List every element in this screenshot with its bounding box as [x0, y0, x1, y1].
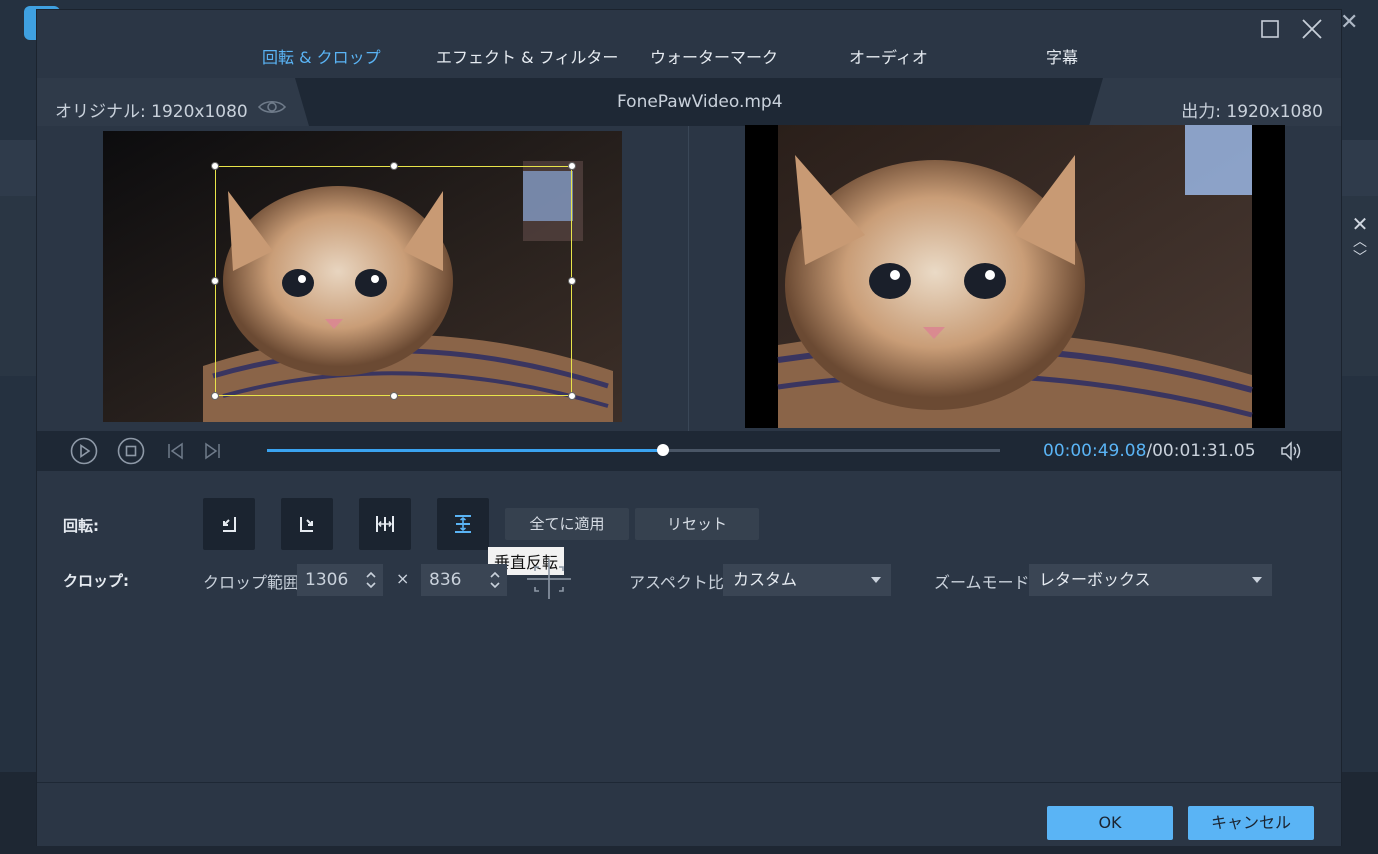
rotate-left-button[interactable]: [203, 498, 255, 550]
reset-button[interactable]: リセット: [635, 508, 759, 540]
crop-label: クロップ:: [63, 572, 129, 590]
kitten-image-output: [745, 125, 1285, 428]
flip-horizontal-icon: [376, 516, 394, 532]
crop-handle-bottom-right[interactable]: [568, 392, 576, 400]
play-button[interactable]: [70, 437, 98, 465]
rotate-label: 回転:: [63, 517, 99, 535]
timeline-knob[interactable]: [656, 444, 669, 456]
crop-times-symbol: ×: [396, 569, 410, 588]
output-resolution: 出力: 1920x1080: [1181, 102, 1323, 122]
tab-bar: 回転 & クロップ エフェクト & フィルター ウォーターマーク オーディオ 字…: [37, 10, 1341, 78]
info-bar: オリジナル: 1920x1080 FonePawVideo.mp4 出力: 19…: [37, 78, 1341, 126]
prev-frame-icon: [168, 442, 183, 460]
ok-button[interactable]: OK: [1047, 806, 1173, 840]
crop-handle-bottom-left[interactable]: [211, 392, 219, 400]
apply-to-all-button[interactable]: 全てに適用: [505, 508, 629, 540]
background-row-controls: ✕ ︿ ﹀: [1345, 214, 1375, 266]
prev-frame-button[interactable]: [162, 437, 190, 465]
tab-audio[interactable]: オーディオ: [849, 44, 928, 68]
stop-icon: [117, 437, 145, 465]
close-icon: [1302, 19, 1322, 39]
crop-selection-box[interactable]: [215, 166, 572, 396]
dialog-footer: OK キャンセル: [37, 782, 1341, 846]
preview-divider: [688, 126, 689, 431]
rotate-right-icon: [300, 517, 313, 532]
crop-handle-top-left[interactable]: [211, 162, 219, 170]
background-up-icon: ︿: [1353, 234, 1367, 250]
output-preview: [745, 125, 1285, 428]
crop-width-value: 1306: [305, 570, 349, 590]
crop-handle-bottom[interactable]: [390, 392, 398, 400]
eye-icon[interactable]: [257, 99, 287, 115]
file-name: FonePawVideo.mp4: [617, 92, 783, 112]
crop-handle-top-right[interactable]: [568, 162, 576, 170]
rotate-right-button[interactable]: [281, 498, 333, 550]
time-display: 00:00:49.08/00:01:31.05: [1043, 441, 1256, 461]
crop-height-field[interactable]: 836: [421, 564, 507, 596]
tab-watermark[interactable]: ウォーターマーク: [650, 44, 778, 68]
tab-rotate-crop[interactable]: 回転 & クロップ: [262, 44, 381, 68]
aspect-ratio-label: アスペクト比:: [629, 573, 730, 592]
timeline-progress: [267, 449, 663, 452]
background-close-icon: ✕: [1340, 10, 1359, 35]
zoom-mode-label: ズームモード:: [934, 573, 1035, 592]
crop-height-value: 836: [429, 570, 462, 590]
tab-subtitles[interactable]: 字幕: [1046, 44, 1078, 68]
original-preview: [103, 131, 622, 422]
crop-handle-left[interactable]: [211, 277, 219, 285]
zoom-mode-select[interactable]: レターボックス: [1029, 564, 1272, 596]
volume-icon: [1281, 441, 1301, 461]
chevron-down-icon: [871, 577, 881, 583]
stop-button[interactable]: [117, 437, 145, 465]
background-remove-icon: ✕: [1351, 212, 1369, 236]
tab-effects-filters[interactable]: エフェクト & フィルター: [436, 44, 618, 68]
center-crop-icon[interactable]: [525, 557, 573, 601]
flip-vertical-icon: [455, 515, 471, 533]
maximize-button[interactable]: [1257, 16, 1283, 42]
maximize-icon: [1261, 20, 1279, 38]
zoom-mode-value: レターボックス: [1039, 570, 1151, 589]
playback-bar: 00:00:49.08/00:01:31.05: [37, 431, 1341, 471]
next-frame-icon: [205, 442, 220, 460]
rotate-left-icon: [223, 517, 236, 532]
crop-width-field[interactable]: 1306: [297, 564, 383, 596]
crop-area-label: クロップ範囲:: [203, 573, 305, 592]
aspect-ratio-select[interactable]: カスタム: [723, 564, 891, 596]
current-time: 00:00:49.08: [1043, 441, 1147, 461]
crop-width-stepper-icon[interactable]: [365, 568, 377, 592]
volume-button[interactable]: [1277, 437, 1305, 465]
background-down-icon: ﹀: [1353, 250, 1367, 266]
cancel-button[interactable]: キャンセル: [1188, 806, 1314, 840]
flip-horizontal-button[interactable]: [359, 498, 411, 550]
aspect-ratio-value: カスタム: [733, 570, 798, 589]
crop-handle-right[interactable]: [568, 277, 576, 285]
edit-dialog: 回転 & クロップ エフェクト & フィルター ウォーターマーク オーディオ 字…: [36, 9, 1342, 846]
crop-handle-top[interactable]: [390, 162, 398, 170]
next-frame-button[interactable]: [198, 437, 226, 465]
flip-vertical-button[interactable]: [437, 498, 489, 550]
crop-height-stepper-icon[interactable]: [489, 568, 501, 592]
total-time: /00:01:31.05: [1146, 441, 1256, 461]
original-resolution: オリジナル: 1920x1080: [55, 102, 248, 122]
close-button[interactable]: [1299, 16, 1325, 42]
chevron-down-icon: [1252, 577, 1262, 583]
timeline-slider[interactable]: [267, 444, 1000, 456]
play-icon: [70, 437, 98, 465]
